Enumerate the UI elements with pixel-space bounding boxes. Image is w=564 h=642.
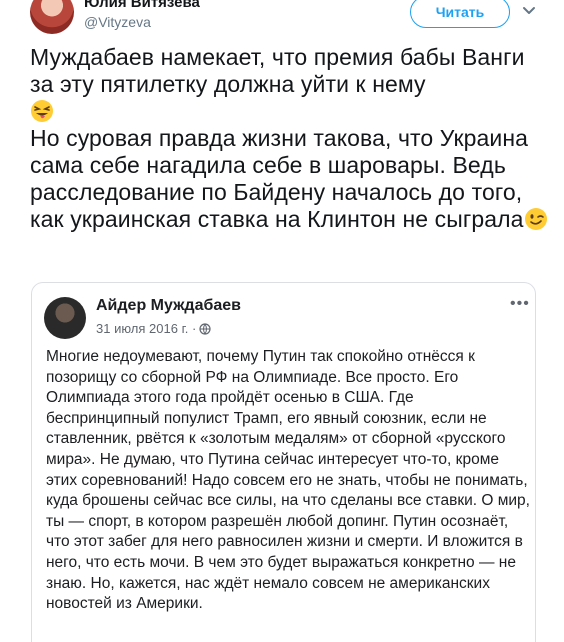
author-name[interactable]: Юлия Витязева — [84, 0, 200, 12]
quoted-post-text: Многие недоумевают, почему Путин так спо… — [46, 348, 530, 613]
author-avatar[interactable] — [30, 0, 74, 34]
more-options-icon[interactable]: ••• — [510, 295, 530, 313]
tweet-paragraph-2: Но суровая правда жизни такова, что Укра… — [30, 125, 529, 232]
tongue-wink-emoji-icon — [31, 100, 53, 122]
chevron-down-icon[interactable] — [520, 2, 538, 20]
tweet-text: Муждабаев намекает, что премия бабы Ванг… — [30, 44, 550, 233]
quoted-post-author[interactable]: Айдер Муждабаев — [96, 297, 241, 315]
author-handle[interactable]: @Vityzeva — [84, 13, 151, 31]
quoted-post-date-line: 31 июля 2016 г. · — [96, 321, 211, 336]
quoted-post-avatar[interactable] — [44, 297, 86, 339]
follow-button[interactable]: Читать — [410, 0, 510, 28]
quoted-post-card[interactable]: Айдер Муждабаев 31 июля 2016 г. · ••• Мн… — [31, 282, 536, 642]
winking-face-emoji-icon — [524, 208, 547, 230]
tweet-line-1: Муждабаев намекает, что премия бабы Ванг… — [30, 44, 525, 97]
quoted-post-date[interactable]: 31 июля 2016 г. · — [96, 321, 196, 336]
globe-icon — [199, 323, 211, 335]
